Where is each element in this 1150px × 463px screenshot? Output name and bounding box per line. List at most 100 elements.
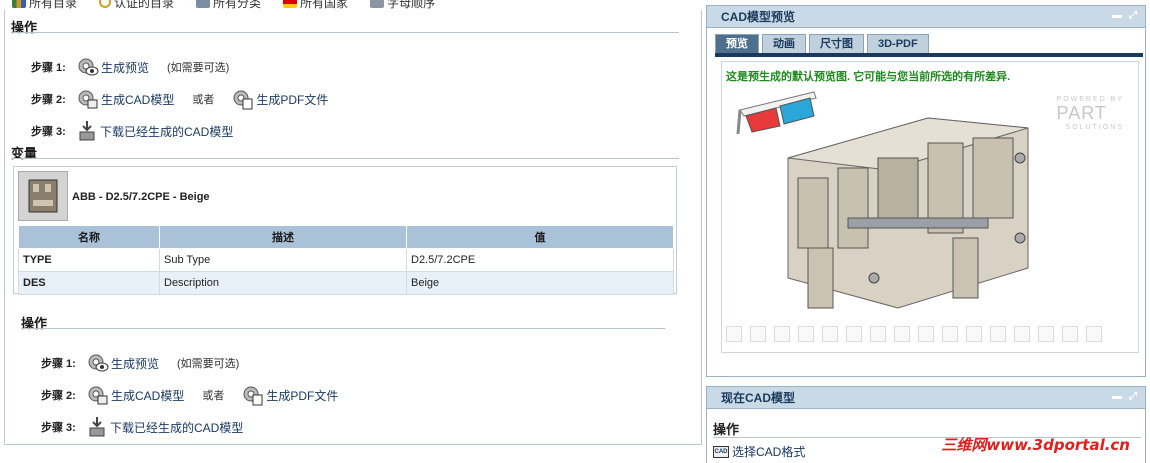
watermark-sub: SOLUTIONS	[1065, 124, 1124, 131]
nav-label: 认证的目录	[114, 0, 175, 10]
download-icon	[79, 121, 95, 141]
tab-dimensions[interactable]: 尺寸图	[809, 34, 864, 53]
or-text: 或者	[202, 390, 225, 402]
column-header: 名称	[18, 225, 160, 249]
step-2-row: 步骤 2: 生成CAD模型 或者 生成PDF文件	[31, 88, 328, 110]
download-cad-link[interactable]: 下载已经生成的CAD模型	[87, 416, 243, 438]
view-tool-icon[interactable]	[798, 326, 814, 342]
tab-animation[interactable]: 动画	[762, 34, 806, 53]
column-header: 描述	[159, 225, 407, 249]
panel-tools: ▬ ⤢	[1111, 391, 1139, 403]
preview-tabs: 预览 动画 尺寸图 3D-PDF	[715, 34, 929, 53]
tab-underline	[715, 53, 1143, 57]
generate-cad-link[interactable]: 生成CAD模型	[87, 384, 184, 406]
step-label: 步骤 1:	[31, 62, 66, 74]
action-label: 生成PDF文件	[256, 92, 329, 107]
action-label: 生成CAD模型	[101, 92, 175, 107]
nav-alphabetical[interactable]: 字母顺序	[370, 0, 435, 10]
step-label: 步骤 3:	[41, 422, 76, 434]
divider	[11, 32, 679, 33]
gear-cad-icon	[78, 90, 98, 109]
variant-box: ABB - D2.5/7.2CPE - Beige 名称 描述 值 TYPE S…	[13, 166, 677, 295]
view-tool-icon[interactable]	[774, 326, 790, 342]
step-label: 步骤 3:	[31, 126, 66, 138]
panel-title: 现在CAD模型	[721, 391, 795, 405]
step-3-row-2: 步骤 3: 下载已经生成的CAD模型	[41, 416, 243, 438]
books-icon	[12, 0, 26, 8]
operations-title-2: 操作	[21, 316, 48, 331]
nav-certified-catalogs[interactable]: 认证的目录	[99, 0, 174, 10]
generate-preview-link[interactable]: 生成预览	[77, 56, 149, 78]
nav-all-catalogs[interactable]: 所有目录	[12, 0, 77, 10]
table-row: DES Description Beige	[18, 271, 674, 295]
view-tool-icon[interactable]	[1038, 326, 1054, 342]
view-tool-icon[interactable]	[1062, 326, 1078, 342]
view-tool-icon[interactable]	[918, 326, 934, 342]
action-label: 生成预览	[101, 60, 150, 75]
view-tool-icon[interactable]	[846, 326, 862, 342]
watermark-top: POWERED BY	[1056, 96, 1124, 103]
tab-3d-pdf[interactable]: 3D-PDF	[867, 34, 929, 53]
category-icon	[196, 0, 211, 8]
or-text: 或者	[192, 94, 215, 106]
gear-eye-icon	[78, 58, 99, 76]
action-label: 生成预览	[111, 356, 160, 371]
generate-cad-link[interactable]: 生成CAD模型	[77, 88, 174, 110]
view-tool-icon[interactable]	[1014, 326, 1030, 342]
action-label: 生成PDF文件	[266, 388, 339, 403]
cad-preview-panel: CAD模型预览 ▬ ⤢ 预览 动画 尺寸图 3D-PDF 这是预生成的默认预览图…	[706, 5, 1146, 377]
maximize-icon[interactable]: ⤢	[1127, 10, 1139, 22]
variant-table: 名称 描述 值 TYPE Sub Type D2.5/7.2CPE DES De…	[18, 225, 674, 295]
viewer-toolbar	[726, 326, 1136, 346]
tab-preview[interactable]: 预览	[715, 34, 759, 53]
step-1-row-2: 步骤 1: 生成预览 (如需要可选)	[41, 352, 239, 374]
view-tool-icon[interactable]	[822, 326, 838, 342]
view-tool-icon[interactable]	[726, 326, 742, 342]
maximize-icon[interactable]: ⤢	[1127, 391, 1139, 403]
preview-message: 这是预生成的默认预览图. 它可能与您当前所选的有所差异.	[726, 71, 1011, 83]
view-tool-icon[interactable]	[894, 326, 910, 342]
nav-all-categories[interactable]: 所有分类	[196, 0, 261, 10]
cad-viewer[interactable]: 这是预生成的默认预览图. 它可能与您当前所选的有所差异. POWERED BY …	[721, 61, 1139, 353]
table-row: TYPE Sub Type D2.5/7.2CPE	[18, 248, 674, 272]
terminal-block-thumbnail-icon	[28, 179, 58, 213]
step-2-row-2: 步骤 2: 生成CAD模型 或者 生成PDF文件	[41, 384, 338, 406]
view-tool-icon[interactable]	[966, 326, 982, 342]
gear-pdf-icon	[233, 90, 253, 110]
panel-tools: ▬ ⤢	[1111, 10, 1139, 22]
table-cell: Sub Type	[159, 248, 407, 272]
variant-name: ABB - D2.5/7.2CPE - Beige	[72, 191, 210, 203]
column-header: 值	[406, 225, 674, 249]
download-cad-link[interactable]: 下载已经生成的CAD模型	[77, 120, 233, 142]
view-tool-icon[interactable]	[870, 326, 886, 342]
variant-thumbnail[interactable]	[18, 171, 68, 221]
cad-model-image	[787, 117, 1029, 309]
nav-label: 字母顺序	[387, 0, 436, 10]
nav-all-countries[interactable]: 所有国家	[283, 0, 348, 10]
generate-preview-link[interactable]: 生成预览	[87, 352, 159, 374]
view-tool-icon[interactable]	[750, 326, 766, 342]
left-panel: 操作 步骤 1: 生成预览 (如需要可选) 步骤 2: 生成CAD模型 或者 生…	[4, 10, 702, 445]
generate-pdf-link[interactable]: 生成PDF文件	[242, 384, 338, 406]
table-cell: Beige	[406, 271, 674, 295]
view-tool-icon[interactable]	[990, 326, 1006, 342]
partsolutions-watermark: POWERED BY PART SOLUTIONS	[1057, 96, 1124, 131]
table-cell: TYPE	[18, 248, 160, 272]
step-label: 步骤 2:	[41, 390, 76, 402]
generate-pdf-link[interactable]: 生成PDF文件	[232, 88, 328, 110]
cad-icon: CAD	[713, 445, 729, 458]
gear-cad-icon	[88, 386, 108, 405]
step-3-row: 步骤 3: 下载已经生成的CAD模型	[31, 120, 233, 142]
watermark-brand: PART	[1056, 103, 1107, 123]
view-tool-icon[interactable]	[1086, 326, 1102, 342]
variants-title: 变量	[11, 146, 38, 161]
minimize-icon[interactable]: ▬	[1111, 10, 1123, 22]
panel-title: CAD模型预览	[721, 10, 795, 24]
certified-icon	[99, 0, 112, 8]
step-label: 步骤 2:	[31, 94, 66, 106]
view-tool-icon[interactable]	[942, 326, 958, 342]
minimize-icon[interactable]: ▬	[1111, 391, 1123, 403]
panel-header: CAD模型预览 ▬ ⤢	[707, 6, 1145, 28]
table-cell: D2.5/7.2CPE	[406, 248, 674, 272]
select-cad-format-link[interactable]: CAD 选择CAD格式	[713, 443, 805, 460]
